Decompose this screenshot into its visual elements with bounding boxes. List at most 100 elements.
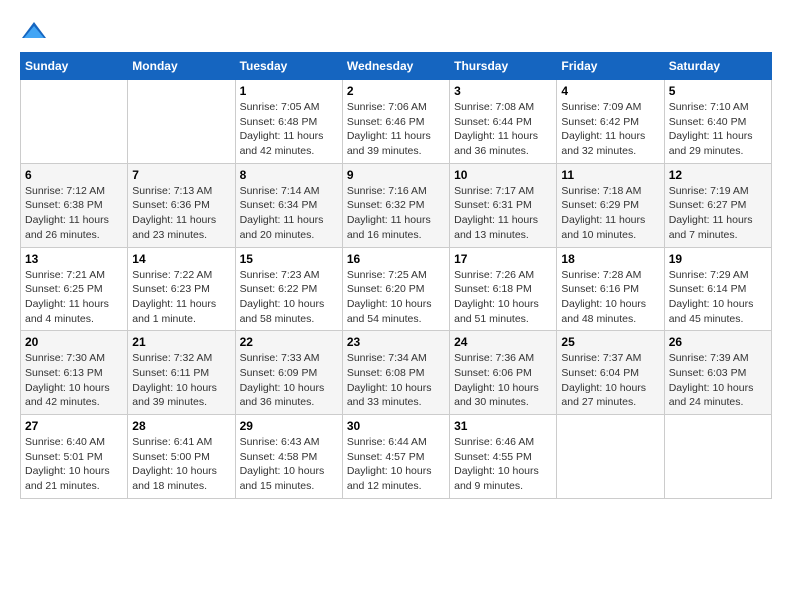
page-header: [20, 20, 772, 42]
calendar-cell: 17 Sunrise: 7:26 AM Sunset: 6:18 PM Dayli…: [450, 247, 557, 331]
day-number: 8: [240, 168, 338, 182]
day-info: Sunrise: 7:29 AM Sunset: 6:14 PM Dayligh…: [669, 268, 767, 327]
day-info: Sunrise: 7:18 AM Sunset: 6:29 PM Dayligh…: [561, 184, 659, 243]
day-number: 20: [25, 335, 123, 349]
calendar-cell: 5 Sunrise: 7:10 AM Sunset: 6:40 PM Daylig…: [664, 80, 771, 164]
day-info: Sunrise: 7:33 AM Sunset: 6:09 PM Dayligh…: [240, 351, 338, 410]
day-number: 25: [561, 335, 659, 349]
calendar-cell: 23 Sunrise: 7:34 AM Sunset: 6:08 PM Dayli…: [342, 331, 449, 415]
calendar-cell: 26Sunrise: 7:39 AM Sunset: 6:03 PM Dayli…: [664, 331, 771, 415]
calendar-cell: 14 Sunrise: 7:22 AM Sunset: 6:23 PM Dayli…: [128, 247, 235, 331]
calendar-cell: 3 Sunrise: 7:08 AM Sunset: 6:44 PM Daylig…: [450, 80, 557, 164]
calendar-cell: 2 Sunrise: 7:06 AM Sunset: 6:46 PM Daylig…: [342, 80, 449, 164]
day-info: Sunrise: 7:36 AM Sunset: 6:06 PM Dayligh…: [454, 351, 552, 410]
day-number: 16: [347, 252, 445, 266]
day-info: Sunrise: 7:34 AM Sunset: 6:08 PM Dayligh…: [347, 351, 445, 410]
calendar-cell: 6 Sunrise: 7:12 AM Sunset: 6:38 PM Daylig…: [21, 163, 128, 247]
day-info: Sunrise: 6:41 AM Sunset: 5:00 PM Dayligh…: [132, 435, 230, 494]
calendar-cell: 24Sunrise: 7:36 AM Sunset: 6:06 PM Dayli…: [450, 331, 557, 415]
day-number: 10: [454, 168, 552, 182]
calendar-cell: 15Sunrise: 7:23 AM Sunset: 6:22 PM Dayli…: [235, 247, 342, 331]
calendar-week-3: 13 Sunrise: 7:21 AM Sunset: 6:25 PM Dayli…: [21, 247, 772, 331]
calendar-cell: [664, 415, 771, 499]
day-number: 1: [240, 84, 338, 98]
day-info: Sunrise: 7:26 AM Sunset: 6:18 PM Dayligh…: [454, 268, 552, 327]
day-number: 11: [561, 168, 659, 182]
day-number: 15: [240, 252, 338, 266]
calendar-week-2: 6 Sunrise: 7:12 AM Sunset: 6:38 PM Daylig…: [21, 163, 772, 247]
calendar-cell: [128, 80, 235, 164]
day-info: Sunrise: 7:12 AM Sunset: 6:38 PM Dayligh…: [25, 184, 123, 243]
weekday-header-wednesday: Wednesday: [342, 53, 449, 80]
calendar-cell: 29 Sunrise: 6:43 AM Sunset: 4:58 PM Dayli…: [235, 415, 342, 499]
day-info: Sunrise: 6:44 AM Sunset: 4:57 PM Dayligh…: [347, 435, 445, 494]
day-number: 7: [132, 168, 230, 182]
calendar-cell: [21, 80, 128, 164]
calendar-cell: 18 Sunrise: 7:28 AM Sunset: 6:16 PM Dayli…: [557, 247, 664, 331]
calendar-cell: 31Sunrise: 6:46 AM Sunset: 4:55 PM Dayli…: [450, 415, 557, 499]
calendar-cell: 9 Sunrise: 7:16 AM Sunset: 6:32 PM Daylig…: [342, 163, 449, 247]
day-number: 22: [240, 335, 338, 349]
day-number: 9: [347, 168, 445, 182]
day-info: Sunrise: 7:25 AM Sunset: 6:20 PM Dayligh…: [347, 268, 445, 327]
day-number: 6: [25, 168, 123, 182]
calendar-cell: 13 Sunrise: 7:21 AM Sunset: 6:25 PM Dayli…: [21, 247, 128, 331]
day-info: Sunrise: 6:40 AM Sunset: 5:01 PM Dayligh…: [25, 435, 123, 494]
weekday-header-friday: Friday: [557, 53, 664, 80]
calendar-cell: 30 Sunrise: 6:44 AM Sunset: 4:57 PM Dayli…: [342, 415, 449, 499]
calendar-cell: 8 Sunrise: 7:14 AM Sunset: 6:34 PM Daylig…: [235, 163, 342, 247]
calendar-cell: 22 Sunrise: 7:33 AM Sunset: 6:09 PM Dayli…: [235, 331, 342, 415]
calendar-cell: 21 Sunrise: 7:32 AM Sunset: 6:11 PM Dayli…: [128, 331, 235, 415]
day-info: Sunrise: 7:08 AM Sunset: 6:44 PM Dayligh…: [454, 100, 552, 159]
day-number: 17: [454, 252, 552, 266]
day-info: Sunrise: 7:10 AM Sunset: 6:40 PM Dayligh…: [669, 100, 767, 159]
day-info: Sunrise: 7:16 AM Sunset: 6:32 PM Dayligh…: [347, 184, 445, 243]
day-info: Sunrise: 7:05 AM Sunset: 6:48 PM Dayligh…: [240, 100, 338, 159]
calendar-cell: 27 Sunrise: 6:40 AM Sunset: 5:01 PM Dayli…: [21, 415, 128, 499]
day-info: Sunrise: 7:39 AM Sunset: 6:03 PM Dayligh…: [669, 351, 767, 410]
calendar-week-1: 1 Sunrise: 7:05 AM Sunset: 6:48 PM Daylig…: [21, 80, 772, 164]
day-number: 23: [347, 335, 445, 349]
day-info: Sunrise: 7:22 AM Sunset: 6:23 PM Dayligh…: [132, 268, 230, 327]
day-number: 30: [347, 419, 445, 433]
day-info: Sunrise: 7:17 AM Sunset: 6:31 PM Dayligh…: [454, 184, 552, 243]
calendar-cell: 25Sunrise: 7:37 AM Sunset: 6:04 PM Dayli…: [557, 331, 664, 415]
weekday-header-tuesday: Tuesday: [235, 53, 342, 80]
day-number: 4: [561, 84, 659, 98]
calendar-cell: 11 Sunrise: 7:18 AM Sunset: 6:29 PM Dayli…: [557, 163, 664, 247]
day-info: Sunrise: 7:13 AM Sunset: 6:36 PM Dayligh…: [132, 184, 230, 243]
calendar-table: SundayMondayTuesdayWednesdayThursdayFrid…: [20, 52, 772, 499]
day-info: Sunrise: 7:32 AM Sunset: 6:11 PM Dayligh…: [132, 351, 230, 410]
calendar-week-5: 27 Sunrise: 6:40 AM Sunset: 5:01 PM Dayli…: [21, 415, 772, 499]
calendar-cell: 4 Sunrise: 7:09 AM Sunset: 6:42 PM Daylig…: [557, 80, 664, 164]
calendar-cell: 19 Sunrise: 7:29 AM Sunset: 6:14 PM Dayli…: [664, 247, 771, 331]
day-number: 29: [240, 419, 338, 433]
day-info: Sunrise: 7:30 AM Sunset: 6:13 PM Dayligh…: [25, 351, 123, 410]
calendar-cell: 16 Sunrise: 7:25 AM Sunset: 6:20 PM Dayli…: [342, 247, 449, 331]
calendar-cell: 12 Sunrise: 7:19 AM Sunset: 6:27 PM Dayli…: [664, 163, 771, 247]
day-number: 21: [132, 335, 230, 349]
calendar-cell: [557, 415, 664, 499]
day-number: 27: [25, 419, 123, 433]
calendar-cell: 10 Sunrise: 7:17 AM Sunset: 6:31 PM Dayli…: [450, 163, 557, 247]
day-number: 13: [25, 252, 123, 266]
day-info: Sunrise: 6:43 AM Sunset: 4:58 PM Dayligh…: [240, 435, 338, 494]
day-number: 5: [669, 84, 767, 98]
day-info: Sunrise: 7:28 AM Sunset: 6:16 PM Dayligh…: [561, 268, 659, 327]
weekday-header-row: SundayMondayTuesdayWednesdayThursdayFrid…: [21, 53, 772, 80]
day-info: Sunrise: 7:09 AM Sunset: 6:42 PM Dayligh…: [561, 100, 659, 159]
day-number: 14: [132, 252, 230, 266]
calendar-cell: 7 Sunrise: 7:13 AM Sunset: 6:36 PM Daylig…: [128, 163, 235, 247]
calendar-week-4: 20 Sunrise: 7:30 AM Sunset: 6:13 PM Dayli…: [21, 331, 772, 415]
logo: [20, 20, 52, 42]
calendar-cell: 28Sunrise: 6:41 AM Sunset: 5:00 PM Dayli…: [128, 415, 235, 499]
day-number: 18: [561, 252, 659, 266]
day-info: Sunrise: 7:21 AM Sunset: 6:25 PM Dayligh…: [25, 268, 123, 327]
day-info: Sunrise: 7:06 AM Sunset: 6:46 PM Dayligh…: [347, 100, 445, 159]
day-info: Sunrise: 7:14 AM Sunset: 6:34 PM Dayligh…: [240, 184, 338, 243]
day-number: 12: [669, 168, 767, 182]
day-number: 2: [347, 84, 445, 98]
day-number: 19: [669, 252, 767, 266]
day-info: Sunrise: 7:19 AM Sunset: 6:27 PM Dayligh…: [669, 184, 767, 243]
day-number: 3: [454, 84, 552, 98]
